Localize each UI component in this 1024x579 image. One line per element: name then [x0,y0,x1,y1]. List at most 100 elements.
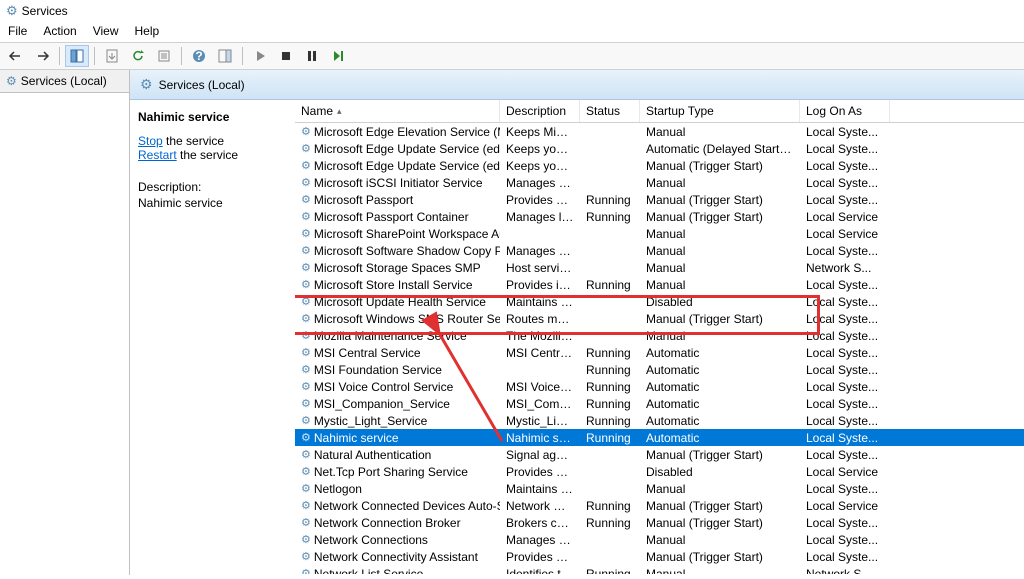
cell-description: Brokers con... [500,516,580,530]
cell-name: Microsoft Storage Spaces SMP [314,261,481,275]
cell-description: Mystic_Ligh... [500,414,580,428]
cell-description: Maintains U... [500,295,580,309]
refresh-button[interactable] [126,45,150,67]
cell-description: Host service... [500,261,580,275]
column-header-description[interactable]: Description [500,100,580,122]
table-row[interactable]: ⚙Microsoft Store Install ServiceProvides… [295,276,1024,293]
table-row[interactable]: ⚙Network ConnectionsManages ob...ManualL… [295,531,1024,548]
table-row[interactable]: ⚙Microsoft Passport ContainerManages lo.… [295,208,1024,225]
cell-name: MSI Foundation Service [314,363,442,377]
table-row[interactable]: ⚙MSI Central ServiceMSI Central ...Runni… [295,344,1024,361]
table-row[interactable]: ⚙Microsoft Update Health ServiceMaintain… [295,293,1024,310]
cell-startup: Manual [640,176,800,190]
cell-logon: Local Syste... [800,414,890,428]
cell-logon: Local Service [800,227,890,241]
cell-logon: Local Syste... [800,380,890,394]
service-icon: ⚙ [301,278,311,291]
cell-description: Provides abi... [500,465,580,479]
cell-logon: Local Syste... [800,244,890,258]
cell-startup: Manual (Trigger Start) [640,312,800,326]
table-row[interactable]: ⚙Microsoft Edge Elevation Service (Micro… [295,123,1024,140]
nav-back-button[interactable] [4,45,28,67]
cell-startup: Disabled [640,465,800,479]
table-row[interactable]: ⚙MSI_Companion_ServiceMSI_Compa...Runnin… [295,395,1024,412]
cell-startup: Manual [640,261,800,275]
sort-asc-icon: ▴ [337,106,342,117]
export-list-button[interactable] [100,45,124,67]
stop-service-link[interactable]: Stop [138,134,163,148]
service-icon: ⚙ [301,312,311,325]
table-row[interactable]: ⚙Mystic_Light_ServiceMystic_Ligh...Runni… [295,412,1024,429]
column-header-name[interactable]: Name ▴ [295,100,500,122]
service-icon: ⚙ [301,465,311,478]
table-row[interactable]: ⚙Microsoft Edge Update Service (edgeupda… [295,157,1024,174]
table-row[interactable]: ⚙Microsoft Storage Spaces SMPHost servic… [295,259,1024,276]
table-row[interactable]: ⚙Nahimic serviceNahimic ser...RunningAut… [295,429,1024,446]
cell-name: Network Connection Broker [314,516,461,530]
pause-service-button[interactable] [300,45,324,67]
cell-name: Microsoft Edge Update Service (edgeupda.… [314,159,500,173]
table-row[interactable]: ⚙Microsoft Edge Update Service (edgeupda… [295,140,1024,157]
nav-forward-button[interactable] [30,45,54,67]
table-row[interactable]: ⚙Microsoft Software Shadow Copy Provider… [295,242,1024,259]
cell-description: MSI_Compa... [500,397,580,411]
cell-name: Network List Service [314,567,423,575]
properties-button[interactable] [152,45,176,67]
services-grid: Name ▴ Description Status Startup Type L… [295,100,1024,575]
table-row[interactable]: ⚙Microsoft SharePoint Workspace Audit Se… [295,225,1024,242]
cell-name: Network Connections [314,533,428,547]
cell-logon: Local Service [800,465,890,479]
table-row[interactable]: ⚙Network Connected Devices Auto-SetupNet… [295,497,1024,514]
cell-logon: Local Service [800,210,890,224]
column-header-logon[interactable]: Log On As [800,100,890,122]
cell-name: Microsoft SharePoint Workspace Audit Se.… [314,227,500,241]
cell-description: Manages ob... [500,533,580,547]
action-pane-button[interactable] [213,45,237,67]
stop-service-button[interactable] [274,45,298,67]
menu-file[interactable]: File [8,24,27,38]
service-icon: ⚙ [301,380,311,393]
table-row[interactable]: ⚙NetlogonMaintains a ...ManualLocal Syst… [295,480,1024,497]
table-row[interactable]: ⚙MSI Foundation ServiceRunningAutomaticL… [295,361,1024,378]
restart-service-button[interactable] [326,45,350,67]
cell-name: Natural Authentication [314,448,431,462]
cell-description: Manages lo... [500,210,580,224]
toolbar: ? [0,42,1024,70]
cell-logon: Local Syste... [800,533,890,547]
table-row[interactable]: ⚙MSI Voice Control ServiceMSI Voice C...… [295,378,1024,395]
show-hide-tree-button[interactable] [65,45,89,67]
menu-action[interactable]: Action [43,24,76,38]
menu-view[interactable]: View [93,24,119,38]
cell-startup: Manual (Trigger Start) [640,550,800,564]
start-service-button[interactable] [248,45,272,67]
table-row[interactable]: ⚙Microsoft iSCSI Initiator ServiceManage… [295,174,1024,191]
service-icon: ⚙ [301,533,311,546]
restart-service-link[interactable]: Restart [138,148,177,162]
column-header-startup[interactable]: Startup Type [640,100,800,122]
cell-logon: Local Syste... [800,142,890,156]
help-button[interactable]: ? [187,45,211,67]
menu-help[interactable]: Help [135,24,160,38]
cell-startup: Manual (Trigger Start) [640,448,800,462]
column-header-status[interactable]: Status [580,100,640,122]
tree-item-services-local[interactable]: ⚙ Services (Local) [0,70,129,93]
table-row[interactable]: ⚙Microsoft PassportProvides pr...Running… [295,191,1024,208]
table-row[interactable]: ⚙Natural AuthenticationSignal aggre...Ma… [295,446,1024,463]
cell-description: Keeps your ... [500,159,580,173]
cell-status: Running [580,397,640,411]
table-row[interactable]: ⚙Net.Tcp Port Sharing ServiceProvides ab… [295,463,1024,480]
table-row[interactable]: ⚙Network List ServiceIdentifies th...Run… [295,565,1024,574]
cell-status: Running [580,278,640,292]
table-row[interactable]: ⚙Microsoft Windows SMS Router Service.Ro… [295,310,1024,327]
cell-logon: Local Syste... [800,159,890,173]
table-row[interactable]: ⚙Network Connectivity AssistantProvides … [295,548,1024,565]
cell-logon: Local Syste... [800,482,890,496]
table-row[interactable]: ⚙Mozilla Maintenance ServiceThe Mozilla … [295,327,1024,344]
grid-body[interactable]: ⚙Microsoft Edge Elevation Service (Micro… [295,123,1024,574]
service-icon: ⚙ [301,295,311,308]
table-row[interactable]: ⚙Network Connection BrokerBrokers con...… [295,514,1024,531]
cell-description: Maintains a ... [500,482,580,496]
cell-startup: Automatic [640,431,800,445]
cell-description: Keeps your ... [500,142,580,156]
cell-startup: Manual (Trigger Start) [640,516,800,530]
